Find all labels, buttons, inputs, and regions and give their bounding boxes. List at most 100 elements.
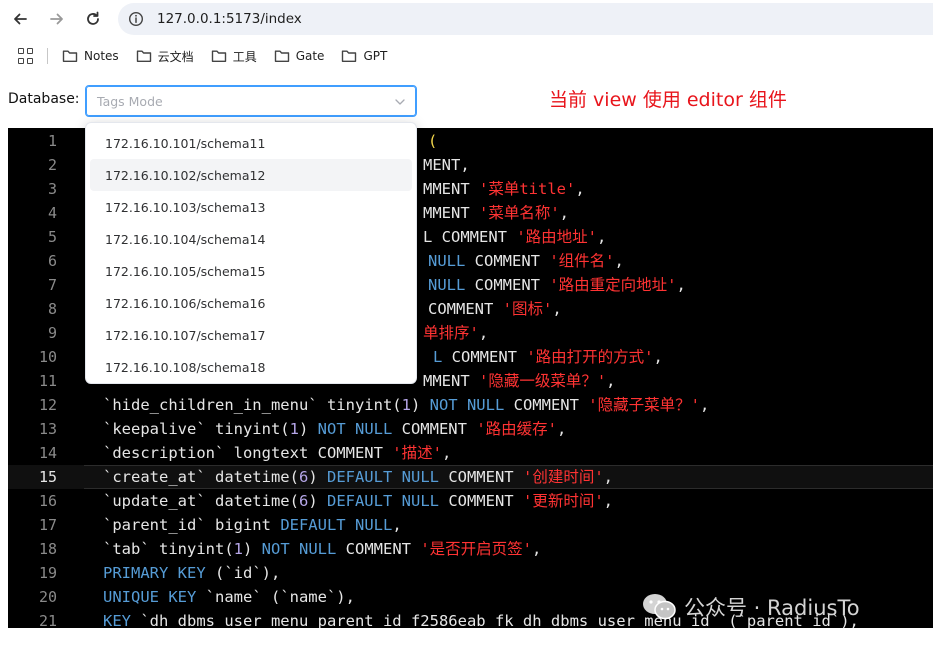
code-line[interactable]: 15 `create_at` datetime(6) DEFAULT NULL C… — [8, 465, 933, 489]
reload-icon — [87, 11, 99, 25]
dropdown-option[interactable]: 172.16.10.102/schema12 — [90, 159, 412, 191]
code-token: COMMENT — [392, 420, 477, 438]
line-number: 7 — [47, 276, 57, 294]
code-token: NOT NULL — [429, 396, 505, 414]
reload-button[interactable] — [81, 7, 105, 31]
bookmark-label: Gate — [295, 49, 325, 63]
line-number: 4 — [47, 204, 57, 222]
code-line[interactable]: 16 `update_at` datetime(6) DEFAULT NULL C… — [8, 489, 933, 513]
dropdown-option[interactable]: 172.16.10.106/schema16 — [90, 287, 412, 319]
bookmarks-separator — [47, 48, 48, 64]
code-token: COMMENT — [465, 276, 550, 294]
dropdown-option[interactable]: 172.16.10.108/schema18 — [90, 351, 412, 383]
code-token: KEY — [103, 612, 131, 628]
bookmarks-bar: Notes 云文档 工具 Gate GPT — [0, 41, 933, 71]
dropdown-option[interactable]: 172.16.10.107/schema17 — [90, 319, 412, 351]
dropdown-option[interactable]: 172.16.10.103/schema13 — [90, 191, 412, 223]
site-info-icon[interactable] — [123, 6, 149, 32]
code-token: MMENT — [423, 372, 479, 390]
code-token: MMENT — [423, 204, 479, 222]
code-token: DEFAULT — [326, 468, 393, 486]
code-line[interactable]: 19 PRIMARY KEY (`id`), — [8, 561, 933, 585]
code-token: , — [575, 180, 585, 198]
line-number: 11 — [38, 372, 57, 390]
code-token: '路由打开的方式' — [526, 348, 654, 366]
code-line[interactable]: 18 `tab` tinyint(1) NOT NULL COMMENT '是否开… — [8, 537, 933, 561]
code-token: 1 — [401, 396, 411, 414]
bookmark-label: 云文档 — [157, 49, 194, 64]
code-token: '隐藏子菜单？' — [588, 396, 700, 414]
dropdown-option[interactable]: 172.16.10.101/schema11 — [90, 127, 412, 159]
code-line[interactable]: 13 `keepalive` tinyint(1) NOT NULL COMMEN… — [8, 417, 933, 441]
database-select[interactable]: Tags Mode — [85, 85, 417, 117]
code-token: , — [606, 372, 616, 390]
dropdown-option[interactable]: 172.16.10.104/schema14 — [90, 223, 412, 255]
forward-button[interactable] — [45, 7, 69, 31]
code-token: 6 — [298, 468, 309, 486]
annotation-text: 当前 view 使用 editor 组件 — [549, 89, 787, 111]
chevron-down-icon — [395, 99, 405, 105]
code-token: MMENT — [423, 180, 479, 198]
url-text: 127.0.0.1:5173/index — [157, 11, 302, 27]
arrow-right-icon — [50, 13, 63, 25]
code-line[interactable]: 14 `description` longtext COMMENT '描述', — [8, 441, 933, 465]
line-code: MMENT '菜单title', — [423, 177, 585, 201]
code-token: , — [556, 420, 567, 438]
back-button[interactable] — [8, 7, 32, 31]
code-token: , — [532, 540, 542, 558]
code-token: '更新时间' — [522, 492, 604, 510]
line-code: MMENT '菜单名称', — [423, 201, 569, 225]
code-token: , — [597, 228, 607, 246]
line-number: 3 — [47, 180, 57, 198]
code-token: `description` longtext COMMENT — [103, 444, 393, 462]
code-token: `parent_id` bigint — [103, 516, 281, 534]
code-token: NULL — [354, 516, 393, 534]
line-code: `update_at` datetime(6) DEFAULT NULL COM… — [103, 489, 613, 513]
code-token: COMMENT — [336, 540, 421, 558]
bookmark-item[interactable]: 云文档 — [136, 48, 194, 65]
folder-icon — [62, 50, 78, 62]
wechat-icon — [643, 594, 676, 620]
line-number: 5 — [47, 228, 57, 246]
line-code: L COMMENT '路由打开的方式', — [433, 345, 663, 369]
select-placeholder: Tags Mode — [97, 94, 163, 109]
line-number: 17 — [38, 516, 57, 534]
code-token: 1 — [233, 540, 243, 558]
bookmark-item[interactable]: Notes — [62, 49, 119, 63]
folder-icon — [136, 50, 151, 62]
watermark: 公众号 · RadiusTo — [642, 592, 860, 622]
code-token: MENT, — [423, 156, 470, 174]
code-line[interactable]: 17 `parent_id` bigint DEFAULT NULL, — [8, 513, 933, 537]
line-code: UNIQUE KEY `name` (`name`), — [103, 585, 355, 609]
code-token: NULL — [428, 276, 466, 294]
bookmark-item[interactable]: GPT — [341, 49, 387, 63]
line-number: 12 — [38, 396, 57, 414]
code-token: ) — [308, 468, 327, 486]
code-token: L COMMENT — [423, 228, 517, 246]
code-token: '是否开启页签' — [420, 540, 532, 558]
code-token: COMMENT — [465, 252, 550, 270]
line-number: 10 — [38, 348, 57, 366]
bookmark-item[interactable]: Gate — [274, 49, 325, 63]
code-token: NOT NULL — [317, 420, 393, 438]
apps-grid-icon[interactable] — [18, 48, 34, 64]
code-token: , — [699, 396, 710, 414]
bookmark-item[interactable]: 工具 — [211, 48, 257, 65]
code-token: L — [433, 348, 443, 366]
line-number: 18 — [38, 540, 57, 558]
code-token: '隐藏一级菜单？' — [479, 372, 607, 390]
dropdown-option[interactable]: 172.16.10.105/schema15 — [90, 255, 412, 287]
code-token: , — [614, 252, 624, 270]
line-code: `hide_children_in_menu` tinyint(1) NOT N… — [103, 393, 709, 417]
line-code: `create_at` datetime(6) DEFAULT NULL COM… — [103, 465, 613, 489]
code-token: '图标' — [502, 300, 553, 318]
code-token: '组件名' — [549, 252, 615, 270]
code-line[interactable]: 12 `hide_children_in_menu` tinyint(1) NOT… — [8, 393, 933, 417]
line-code: `keepalive` tinyint(1) NOT NULL COMMENT … — [103, 417, 566, 441]
line-code: MENT, — [423, 153, 470, 177]
code-token: ( — [428, 132, 438, 150]
code-token: `hide_children_in_menu` tinyint( — [103, 396, 402, 414]
code-token: ) — [410, 396, 430, 414]
address-bar[interactable]: 127.0.0.1:5173/index — [118, 3, 933, 35]
code-token: COMMENT — [438, 492, 523, 510]
